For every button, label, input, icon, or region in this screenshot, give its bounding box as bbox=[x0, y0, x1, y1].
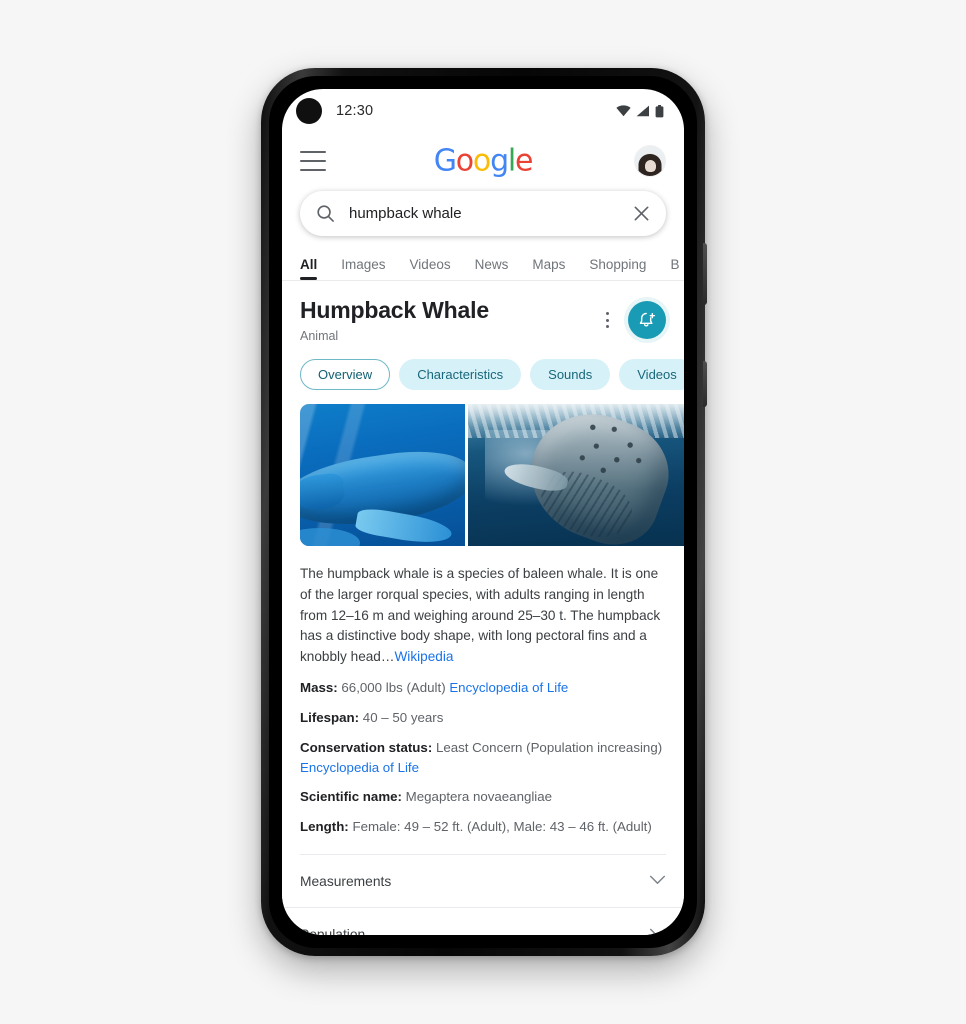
google-logo: Google bbox=[433, 143, 534, 179]
knowledge-panel-image-strip bbox=[282, 404, 684, 547]
fact-value: 66,000 lbs (Adult) bbox=[337, 679, 450, 695]
chevron-down-icon bbox=[649, 872, 666, 890]
knowledge-panel-chips: Overview Characteristics Sounds Videos bbox=[282, 343, 684, 391]
description-text: The humpback whale is a species of balee… bbox=[300, 566, 661, 665]
avatar-hair bbox=[638, 154, 662, 176]
volume-button[interactable] bbox=[703, 243, 707, 305]
front-camera-punch-hole bbox=[296, 98, 322, 124]
fact-value: Megaptera novaeangliae bbox=[401, 789, 553, 805]
results-scroll-area[interactable]: Humpback Whale Animal Overview Character… bbox=[282, 281, 684, 935]
accordion-measurements[interactable]: Measurements bbox=[282, 855, 684, 909]
chip-characteristics[interactable]: Characteristics bbox=[399, 359, 522, 391]
knowledge-panel-accordions: Measurements Population bbox=[282, 855, 684, 935]
google-logo-letter-5: e bbox=[515, 143, 533, 179]
status-bar-icons bbox=[616, 104, 664, 118]
fact-label: Mass: bbox=[300, 679, 338, 695]
fact-label: Length: bbox=[300, 819, 349, 835]
fact-label: Conservation status: bbox=[300, 739, 433, 755]
nav-tab-videos[interactable]: Videos bbox=[410, 257, 451, 280]
fact-row: Mass: 66,000 lbs (Adult) Encyclopedia of… bbox=[300, 668, 666, 698]
knowledge-panel-titles: Humpback Whale Animal bbox=[300, 297, 598, 343]
nav-tab-shopping[interactable]: Shopping bbox=[589, 257, 646, 280]
close-icon[interactable] bbox=[633, 205, 650, 222]
knowledge-panel-actions bbox=[598, 297, 666, 339]
hamburger-menu-icon[interactable] bbox=[300, 151, 326, 171]
description-source-link[interactable]: Wikipedia bbox=[394, 649, 453, 664]
fact-source-link[interactable]: Encyclopedia of Life bbox=[449, 680, 568, 695]
whale-image-2[interactable] bbox=[468, 404, 684, 547]
cell-signal-icon bbox=[636, 105, 650, 117]
chip-overview[interactable]: Overview bbox=[300, 359, 391, 391]
nav-tab-maps[interactable]: Maps bbox=[532, 257, 565, 280]
chip-sounds[interactable]: Sounds bbox=[530, 359, 611, 391]
accordion-label: Measurements bbox=[300, 873, 392, 889]
status-bar-clock: 12:30 bbox=[336, 103, 374, 119]
accordion-population[interactable]: Population bbox=[282, 908, 684, 935]
fact-label: Scientific name: bbox=[300, 789, 402, 805]
fact-row: Conservation status: Least Concern (Popu… bbox=[300, 728, 666, 778]
search-bar[interactable] bbox=[300, 191, 666, 236]
power-button[interactable] bbox=[703, 361, 707, 407]
fact-source-link[interactable]: Encyclopedia of Life bbox=[300, 760, 419, 775]
wifi-icon bbox=[616, 105, 631, 117]
phone-bezel: 12:30 Google humpback whale All Images V… bbox=[269, 76, 697, 948]
search-result-tabs: All Images Videos News Maps Shopping B bbox=[282, 247, 684, 281]
knowledge-panel-header: Humpback Whale Animal bbox=[282, 297, 684, 343]
battery-icon bbox=[655, 104, 664, 118]
fact-label: Lifespan: bbox=[300, 709, 360, 725]
chevron-down-icon bbox=[649, 925, 666, 935]
nav-tab-all[interactable]: All bbox=[300, 257, 318, 280]
fact-row: Lifespan: 40 – 50 years bbox=[300, 698, 666, 728]
search-input[interactable] bbox=[349, 205, 633, 222]
google-logo-letter-0: G bbox=[433, 143, 457, 179]
fact-value: Least Concern (Population increasing) bbox=[432, 739, 663, 755]
phone-screen: 12:30 Google humpback whale All Images V… bbox=[282, 89, 684, 935]
add-notification-bell-icon[interactable] bbox=[628, 301, 666, 339]
chip-videos[interactable]: Videos bbox=[619, 359, 684, 391]
knowledge-panel-description: The humpback whale is a species of balee… bbox=[282, 546, 684, 667]
avatar[interactable] bbox=[634, 145, 666, 177]
search-bar-container bbox=[282, 189, 684, 236]
more-options-icon[interactable] bbox=[598, 310, 616, 330]
google-logo-letter-4: l bbox=[507, 143, 516, 179]
fact-value: 40 – 50 years bbox=[359, 709, 444, 725]
google-logo-letter-3: g bbox=[490, 143, 509, 179]
nav-tab-news[interactable]: News bbox=[475, 257, 509, 280]
knowledge-panel-card: Humpback Whale Animal Overview Character… bbox=[282, 281, 684, 935]
status-bar: 12:30 bbox=[282, 89, 684, 133]
knowledge-panel-facts: Mass: 66,000 lbs (Adult) Encyclopedia of… bbox=[282, 668, 684, 838]
nav-tab-b[interactable]: B bbox=[670, 257, 679, 280]
app-header: Google bbox=[282, 133, 684, 189]
nav-tab-images[interactable]: Images bbox=[341, 257, 385, 280]
google-logo-letter-1: o bbox=[455, 143, 474, 179]
search-icon bbox=[316, 204, 335, 223]
whale-image-1[interactable] bbox=[300, 404, 465, 547]
accordion-label: Population bbox=[300, 926, 366, 935]
phone-device-frame: 12:30 Google humpback whale All Images V… bbox=[261, 68, 707, 956]
page-subtitle: Animal bbox=[300, 329, 339, 344]
page-title: Humpback Whale bbox=[300, 297, 489, 323]
fact-row: Scientific name: Megaptera novaeangliae bbox=[300, 777, 666, 807]
fact-value: Female: 49 – 52 ft. (Adult), Male: 43 – … bbox=[348, 819, 652, 835]
google-logo-letter-2: o bbox=[472, 143, 491, 179]
fact-row: Length: Female: 49 – 52 ft. (Adult), Mal… bbox=[300, 807, 666, 837]
